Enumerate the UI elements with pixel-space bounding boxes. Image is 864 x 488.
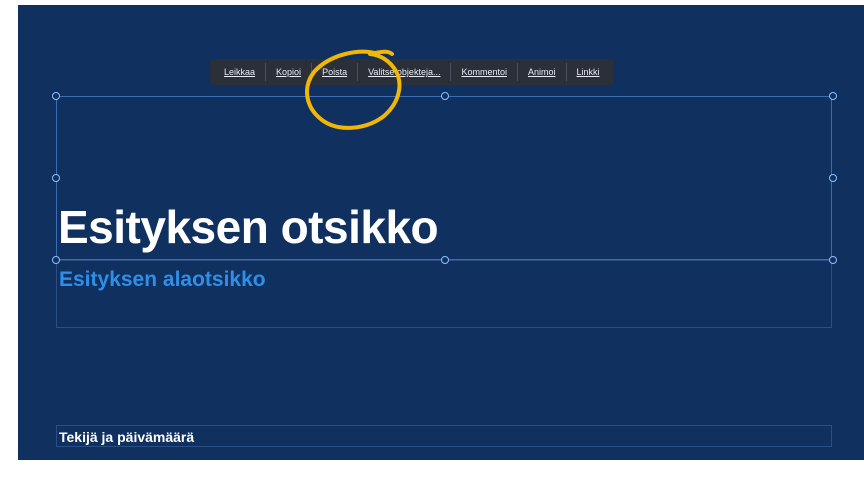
resize-handle-top-middle[interactable] — [441, 92, 449, 100]
menu-item-cut[interactable]: Leikkaa — [214, 59, 265, 85]
resize-handle-bottom-middle[interactable] — [441, 256, 449, 264]
slide-title[interactable]: Esityksen otsikko — [58, 200, 439, 254]
slide-author-date[interactable]: Tekijä ja päivämäärä — [59, 429, 194, 445]
slide-subtitle[interactable]: Esityksen alaotsikko — [59, 268, 266, 292]
highlight-circle-annotation — [305, 49, 402, 130]
resize-handle-top-right[interactable] — [829, 92, 837, 100]
menu-item-comment[interactable]: Kommentoi — [451, 59, 517, 85]
resize-handle-top-left[interactable] — [52, 92, 60, 100]
context-menu: Leikkaa Kopioi Poista Valitse objekteja.… — [210, 59, 614, 85]
resize-handle-bottom-left[interactable] — [52, 256, 60, 264]
resize-handle-middle-right[interactable] — [829, 174, 837, 182]
canvas-margin — [18, 460, 864, 488]
menu-item-animate[interactable]: Animoi — [518, 59, 566, 85]
resize-handle-middle-left[interactable] — [52, 174, 60, 182]
menu-item-link[interactable]: Linkki — [567, 59, 610, 85]
resize-handle-bottom-right[interactable] — [829, 256, 837, 264]
